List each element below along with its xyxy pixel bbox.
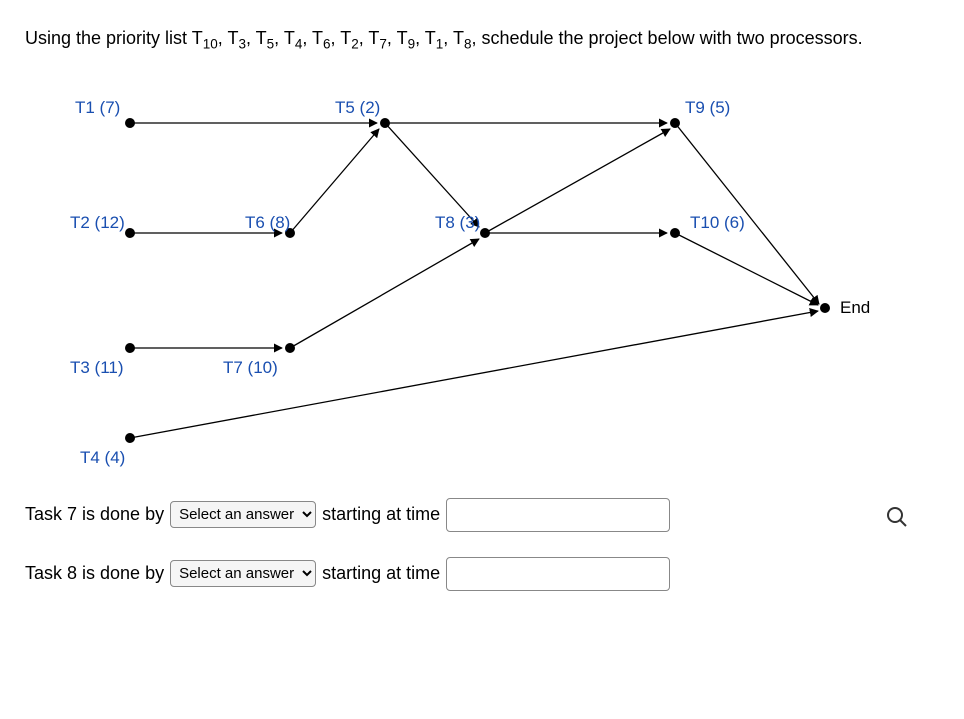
starting-label: starting at time (322, 563, 440, 584)
task8-label: Task 8 is done by (25, 563, 164, 584)
answer-row-task8: Task 8 is done by Select an answer start… (25, 557, 939, 591)
starting-label: starting at time (322, 504, 440, 525)
node-end: End (840, 298, 870, 318)
node-t3: T3 (11) (70, 358, 124, 378)
project-diagram: T1 (7) T5 (2) T9 (5) T2 (12) T6 (8) T8 (… (25, 83, 925, 473)
question-pre: Using the priority list (25, 28, 192, 48)
task8-time-input[interactable] (446, 557, 670, 591)
task7-label: Task 7 is done by (25, 504, 164, 525)
node-t10: T10 (6) (690, 213, 745, 233)
answer-row-task7: Task 7 is done by Select an answer start… (25, 498, 939, 532)
node-t4: T4 (4) (80, 448, 125, 468)
node-t2: T2 (12) (70, 213, 125, 233)
node-t9: T9 (5) (685, 98, 730, 118)
priority-list: T10, T3, T5, T4, T6, T2, T7, T9, T1, T8 (192, 28, 472, 48)
magnify-icon[interactable] (885, 505, 909, 534)
node-t6: T6 (8) (245, 213, 290, 233)
node-t5: T5 (2) (335, 98, 380, 118)
task7-processor-select[interactable]: Select an answer (170, 501, 316, 528)
task7-time-input[interactable] (446, 498, 670, 532)
node-t1: T1 (7) (75, 98, 120, 118)
question-text: Using the priority list T10, T3, T5, T4,… (25, 25, 939, 55)
question-post: , schedule the project below with two pr… (471, 28, 862, 48)
node-t8: T8 (3) (435, 213, 480, 233)
node-t7: T7 (10) (223, 358, 278, 378)
task8-processor-select[interactable]: Select an answer (170, 560, 316, 587)
